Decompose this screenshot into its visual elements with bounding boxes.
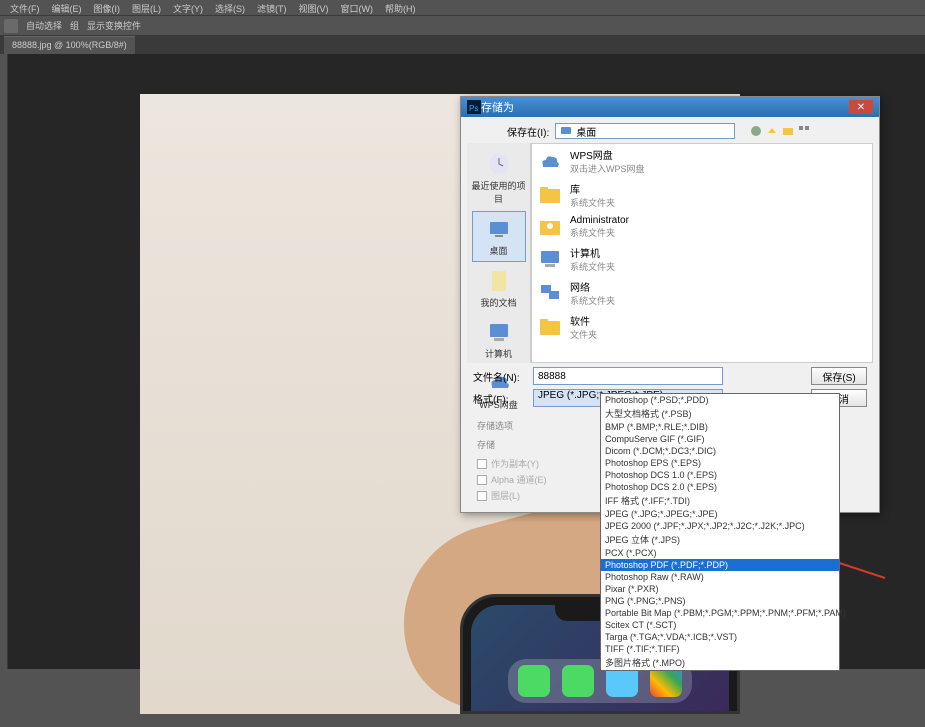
place-recent[interactable]: 最近使用的项目: [472, 147, 526, 209]
menu-type[interactable]: 文字(Y): [167, 0, 209, 15]
file-item-admin[interactable]: Administrator系统文件夹: [532, 212, 872, 242]
menu-layer[interactable]: 图层(L): [126, 0, 167, 15]
new-folder-icon[interactable]: [781, 124, 795, 138]
desktop-icon: [560, 125, 572, 137]
format-option[interactable]: JPEG 立体 (*.JPS): [601, 532, 839, 547]
format-option[interactable]: Photoshop DCS 1.0 (*.EPS): [601, 469, 839, 481]
format-option[interactable]: Photoshop PDF (*.PDF;*.PDP): [601, 559, 839, 571]
copy-checkbox[interactable]: [477, 459, 487, 469]
up-icon[interactable]: [765, 124, 779, 138]
format-dropdown-list[interactable]: Photoshop (*.PSD;*.PDD)大型文档格式 (*.PSB)BMP…: [600, 393, 840, 671]
format-option[interactable]: Photoshop (*.PSD;*.PDD): [601, 394, 839, 406]
options-bar: 自动选择 组 显示变换控件: [0, 16, 925, 36]
format-option[interactable]: BMP (*.BMP;*.RLE;*.DIB): [601, 421, 839, 433]
menu-bar: 文件(F) 编辑(E) 图像(I) 图层(L) 文字(Y) 选择(S) 滤镜(T…: [0, 0, 925, 16]
format-option[interactable]: Pixar (*.PXR): [601, 583, 839, 595]
format-option[interactable]: Portable Bit Map (*.PBM;*.PGM;*.PPM;*.PN…: [601, 607, 839, 619]
format-option[interactable]: CompuServe GIF (*.GIF): [601, 433, 839, 445]
menu-help[interactable]: 帮助(H): [379, 0, 422, 15]
menu-image[interactable]: 图像(I): [88, 0, 127, 15]
document-tabs: 88888.jpg @ 100%(RGB/8#): [0, 36, 925, 54]
save-button[interactable]: 保存(S): [811, 367, 867, 385]
layers-checkbox[interactable]: [477, 491, 487, 501]
format-option[interactable]: 大型文档格式 (*.PSB): [601, 406, 839, 421]
format-option[interactable]: Targa (*.TGA;*.VDA;*.ICB;*.VST): [601, 631, 839, 643]
document-tab[interactable]: 88888.jpg @ 100%(RGB/8#): [4, 36, 135, 54]
format-option[interactable]: IFF 格式 (*.IFF;*.TDI): [601, 493, 839, 508]
menu-window[interactable]: 窗口(W): [335, 0, 380, 15]
save-in-dropdown[interactable]: 桌面: [555, 123, 735, 139]
cloud-icon: [538, 149, 562, 173]
menu-view[interactable]: 视图(V): [293, 0, 335, 15]
dialog-title: 存储为: [481, 99, 849, 115]
network-icon: [538, 281, 562, 305]
place-desktop[interactable]: 桌面: [472, 211, 526, 262]
format-option[interactable]: 多图片格式 (*.MPO): [601, 655, 839, 670]
format-option[interactable]: JPEG 2000 (*.JPF;*.JPX;*.JP2;*.J2C;*.J2K…: [601, 520, 839, 532]
storage-options-label: 存储选项: [477, 419, 547, 432]
group-dropdown[interactable]: 组: [70, 19, 79, 32]
file-item-library[interactable]: 库系统文件夹: [532, 178, 872, 212]
filename-input[interactable]: [533, 367, 723, 385]
format-option[interactable]: PCX (*.PCX): [601, 547, 839, 559]
save-in-label: 保存在(I):: [507, 124, 549, 139]
format-option[interactable]: Dicom (*.DCM;*.DC3;*.DIC): [601, 445, 839, 457]
left-toolbox[interactable]: [0, 54, 8, 669]
file-item-wps[interactable]: WPS网盘双击进入WPS网盘: [532, 144, 872, 178]
format-option[interactable]: Scitex CT (*.SCT): [601, 619, 839, 631]
file-item-computer[interactable]: 计算机系统文件夹: [532, 242, 872, 276]
format-option[interactable]: Photoshop Raw (*.RAW): [601, 571, 839, 583]
folder-icon: [538, 315, 562, 339]
format-option[interactable]: Photoshop DCS 2.0 (*.EPS): [601, 481, 839, 493]
menu-file[interactable]: 文件(F): [4, 0, 46, 15]
storage-label: 存储: [477, 438, 547, 451]
file-item-network[interactable]: 网络系统文件夹: [532, 276, 872, 310]
close-button[interactable]: ✕: [849, 100, 873, 114]
svg-text:Ps: Ps: [469, 104, 478, 113]
format-option[interactable]: Photoshop EPS (*.EPS): [601, 457, 839, 469]
view-icon[interactable]: [797, 124, 811, 138]
format-label: 格式(F):: [473, 391, 533, 406]
menu-edit[interactable]: 编辑(E): [46, 0, 88, 15]
filename-label: 文件名(N):: [473, 369, 533, 384]
places-bar: 最近使用的项目 桌面 我的文档 计算机 WPS网盘: [467, 143, 531, 363]
format-option[interactable]: TIFF (*.TIF;*.TIFF): [601, 643, 839, 655]
app-messages-icon: [518, 665, 550, 697]
app-phone-icon: [562, 665, 594, 697]
menu-filter[interactable]: 滤镜(T): [251, 0, 293, 15]
folder-icon: [538, 183, 562, 207]
format-option[interactable]: PNG (*.PNG;*.PNS): [601, 595, 839, 607]
auto-select-label: 自动选择: [26, 19, 62, 32]
place-documents[interactable]: 我的文档: [472, 264, 526, 313]
file-list[interactable]: WPS网盘双击进入WPS网盘 库系统文件夹 Administrator系统文件夹…: [531, 143, 873, 363]
folder-user-icon: [538, 215, 562, 239]
move-tool-icon[interactable]: [4, 19, 18, 33]
format-option[interactable]: JPEG (*.JPG;*.JPEG;*.JPE): [601, 508, 839, 520]
photoshop-icon: Ps: [467, 100, 481, 114]
computer-icon: [538, 247, 562, 271]
back-icon[interactable]: [749, 124, 763, 138]
transform-label: 显示变换控件: [87, 19, 141, 32]
place-computer[interactable]: 计算机: [472, 315, 526, 364]
dialog-titlebar[interactable]: Ps 存储为 ✕: [461, 97, 879, 117]
menu-select[interactable]: 选择(S): [209, 0, 251, 15]
file-item-software[interactable]: 软件文件夹: [532, 310, 872, 344]
alpha-checkbox[interactable]: [477, 475, 487, 485]
